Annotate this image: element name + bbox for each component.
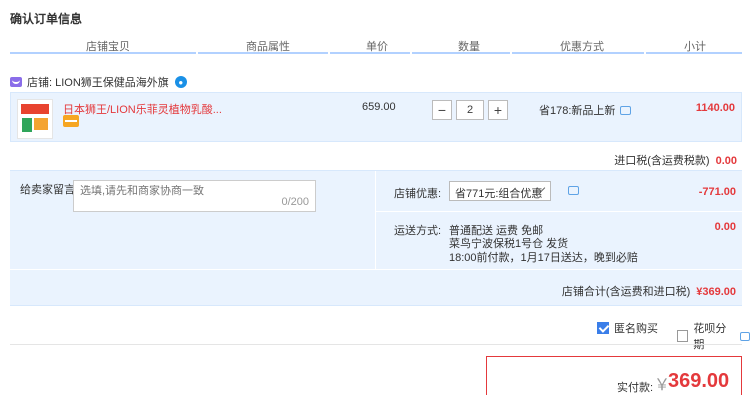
comment-icon[interactable] <box>739 331 750 341</box>
column-quantity: 数量 <box>458 41 480 53</box>
comment-icon[interactable] <box>620 105 632 115</box>
huabei-installment-checkbox[interactable] <box>677 330 689 342</box>
shop-header: 店铺: LION狮王保健品海外旗 ● <box>10 74 187 90</box>
item-discount-label: 省178:新品上新 <box>539 105 616 117</box>
message-char-count: 0/200 <box>281 196 309 208</box>
unit-price: 659.00 <box>362 101 396 113</box>
shop-name[interactable]: 店铺: LION狮王保健品海外旗 <box>27 74 169 90</box>
import-tax-value: 0.00 <box>715 155 737 167</box>
item-subtotal: 1140.00 <box>695 102 735 114</box>
quantity-stepper: − 2 + <box>432 100 508 120</box>
column-unit-price: 单价 <box>366 41 388 53</box>
shop-discount-value: -771.00 <box>698 186 736 198</box>
anonymous-purchase-label: 匿名购买 <box>614 323 658 335</box>
anonymous-purchase-option[interactable]: 匿名购买 <box>597 320 658 336</box>
seller-message-input[interactable] <box>80 185 310 197</box>
credit-card-icon <box>63 115 79 127</box>
comment-icon[interactable] <box>568 186 579 195</box>
shop-total-value: ¥369.00 <box>696 286 736 298</box>
shop-discount-label: 店铺优惠: <box>394 188 442 200</box>
shop-icon <box>10 77 22 87</box>
payment-label: 实付款: <box>617 382 654 394</box>
payment-amount: 369.00 <box>668 370 730 392</box>
decrease-quantity-button[interactable]: − <box>432 100 452 120</box>
column-discount: 优惠方式 <box>560 41 604 53</box>
shipping-fee-value: 0.00 <box>714 221 736 233</box>
shop-discount-select[interactable]: 省771元:组合优惠 <box>449 181 551 201</box>
shop-total: 店铺合计(含运费和进口税) ¥369.00 <box>562 283 736 299</box>
shop-total-label: 店铺合计(含运费和进口税) <box>561 286 691 298</box>
import-tax-label: 进口税(含运费税款) <box>614 155 710 167</box>
import-tax: 进口税(含运费税款) 0.00 <box>614 152 737 168</box>
shipping-label: 运送方式: <box>394 225 442 237</box>
column-attributes: 商品属性 <box>246 41 290 53</box>
seller-message-field[interactable]: 0/200 <box>73 180 316 212</box>
divider <box>10 344 742 345</box>
column-header: 店铺宝贝 商品属性 单价 数量 优惠方式 小计 <box>10 34 742 54</box>
product-thumbnail[interactable] <box>17 99 53 139</box>
order-item-row: 日本狮王/LION乐菲灵植物乳酸... 659.00 − 2 + 省178:新品… <box>10 92 742 142</box>
page-title: 确认订单信息 <box>10 12 83 26</box>
order-options-panel: 给卖家留言: 0/200 店铺优惠: 省771元:组合优惠 -771.00 运送… <box>10 170 742 306</box>
chat-icon[interactable]: ● <box>174 76 187 88</box>
column-shop-item: 店铺宝贝 <box>86 41 130 53</box>
quantity-input[interactable]: 2 <box>456 100 484 120</box>
huabei-installment-label: 花呗分期 <box>693 323 727 351</box>
seller-message-label: 给卖家留言: <box>20 184 79 196</box>
huabei-installment-option[interactable]: 花呗分期 <box>677 320 750 352</box>
column-subtotal: 小计 <box>684 41 706 53</box>
anonymous-purchase-checkbox[interactable] <box>597 322 609 334</box>
shipping-delivery-time: 18:00前付款，1月17日送达，晚到必赔 <box>449 252 638 264</box>
shop-discount-selected: 省771元:组合优惠 <box>455 188 543 200</box>
payment-summary: 实付款: ￥ 369.00 <box>486 356 742 395</box>
increase-quantity-button[interactable]: + <box>488 100 508 120</box>
product-name-link[interactable]: 日本狮王/LION乐菲灵植物乳酸... <box>63 101 222 117</box>
item-discount: 省178:新品上新 <box>539 102 632 118</box>
